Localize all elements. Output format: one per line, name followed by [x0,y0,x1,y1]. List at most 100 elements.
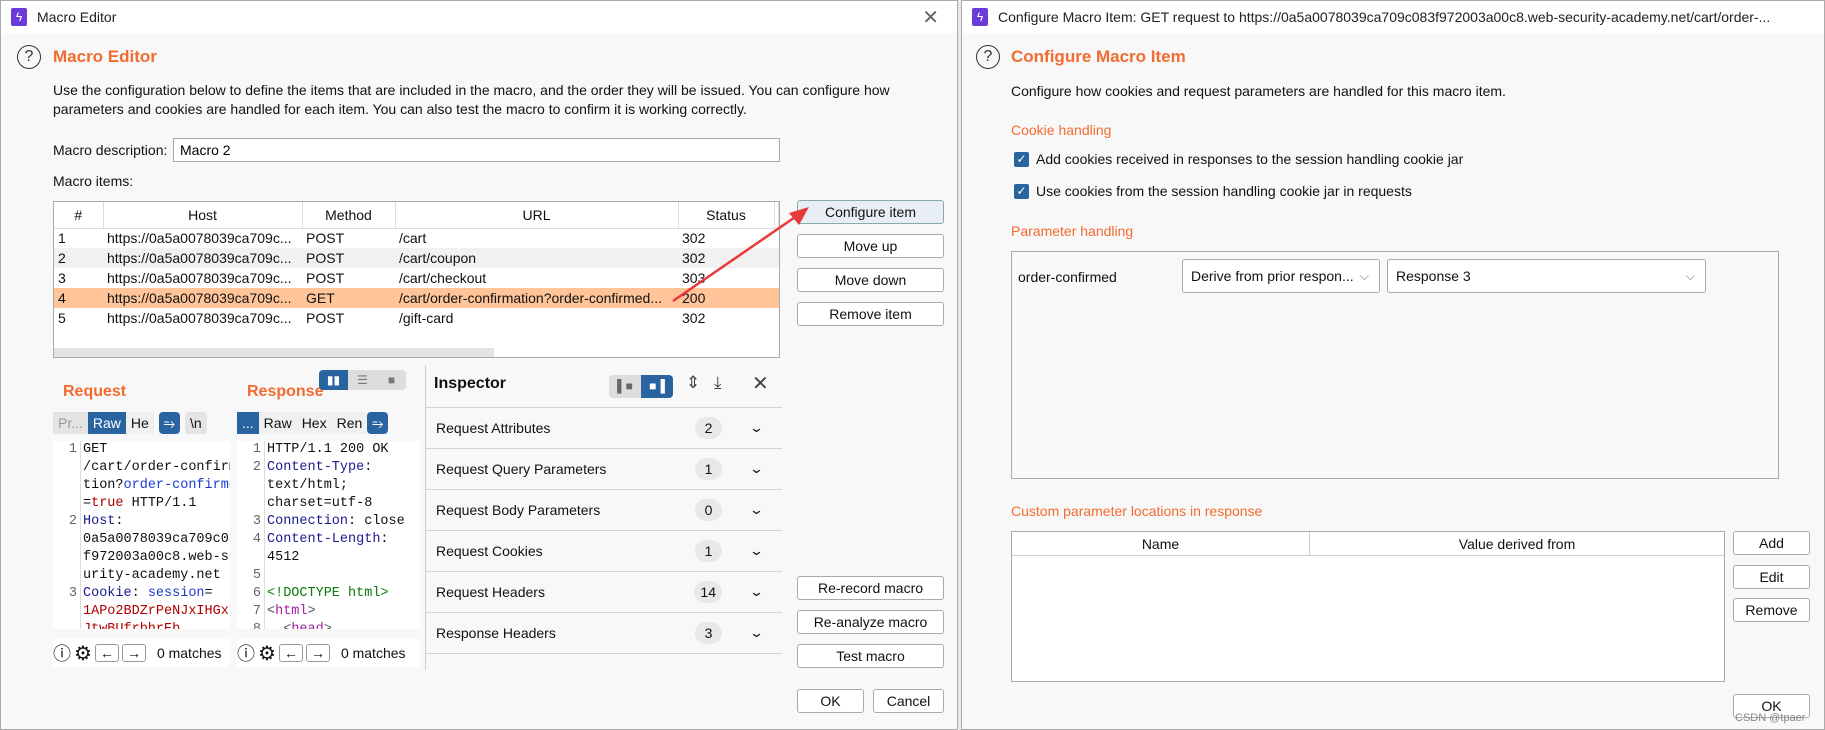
code-line: Connection: close [267,513,405,531]
code-line: 4512 [267,549,299,567]
column-header-num[interactable]: # [54,202,104,229]
code-line: charset=utf-8 [267,495,372,513]
cell-num: 4 [54,288,103,308]
chevron-down-icon[interactable]: ⌄ [749,502,764,518]
table-row[interactable]: 5 https://0a5a0078039ca709c... POST/gift-c… [54,308,779,328]
parameter-source-select[interactable]: Response 3 ⌵ [1387,259,1706,293]
help-icon[interactable]: ? [976,45,1000,69]
dock-right-icon[interactable]: ■▐ [641,375,673,398]
cancel-button[interactable]: Cancel [873,689,944,713]
code-line: tion?order-confirmed [83,477,230,495]
help-icon[interactable]: ⓘ [53,640,71,666]
tab-render[interactable]: Ren [331,412,368,434]
section-label: Request Headers [436,584,545,600]
parameter-handling-heading: Parameter handling [1011,223,1134,239]
tab-hex[interactable]: Hex [296,412,332,434]
parameter-mode-select[interactable]: Derive from prior respon... ⌵ [1182,259,1380,293]
code-token: : close [348,514,405,529]
macro-editor-titlebar: ϟ Macro Editor ✕ [1,1,957,33]
dock-left-icon[interactable]: ▌■ [609,375,641,398]
cell-host: https://0a5a0078039ca709c... [103,288,302,308]
tab-pretty[interactable]: Pr... [53,412,88,434]
remove-button[interactable]: Remove [1733,598,1810,622]
code-token: head [291,622,323,629]
inspector-section[interactable]: Response Headers 3 ⌄ [426,613,782,654]
code-line: HTTP/1.1 200 OK [267,441,389,459]
column-header-url[interactable]: URL [395,202,679,229]
add-button[interactable]: Add [1733,531,1810,555]
chevron-down-icon[interactable]: ⌄ [749,420,764,436]
wrap-lines-icon[interactable]: ⥱ [158,412,181,434]
cell-method: POST [302,248,395,268]
column-header-host[interactable]: Host [103,202,303,229]
count-badge: 2 [695,417,722,439]
code-line: Cookie: session= [83,585,213,603]
code-token: 0a5a0078039ca709c083 [83,532,230,547]
chevron-down-icon[interactable]: ⌄ [749,461,764,477]
chevron-down-icon: ⌵ [1685,269,1695,283]
column-header-name[interactable]: Name [1012,532,1310,555]
inspector-layout-toggle: ▌■ ■▐ [609,375,673,398]
tab-more[interactable]: ... [237,412,259,434]
reanalyze-macro-button[interactable]: Re-analyze macro [797,610,944,634]
chevron-down-icon[interactable]: ⌄ [749,584,764,600]
inspector-title: Inspector [434,375,507,392]
single-pane-layout-icon[interactable]: ■ [377,370,406,390]
section-label: Request Query Parameters [436,461,607,477]
line-number: 1 [252,442,261,457]
settings-gear-icon[interactable]: ⚙ [74,641,92,666]
side-by-side-layout-icon[interactable]: ▮▮ [319,370,348,390]
inspector-section[interactable]: Request Body Parameters 0 ⌄ [426,490,782,531]
rerecord-macro-button[interactable]: Re-record macro [797,576,944,600]
inspector-section[interactable]: Request Query Parameters 1 ⌄ [426,449,782,490]
code-token: true [91,496,124,511]
wrap-lines-icon[interactable]: ⥱ [367,412,389,434]
chevron-down-icon[interactable]: ⌄ [749,543,764,559]
code-token: HTTP/1.1 200 OK [267,442,389,457]
column-header-value-derived-from[interactable]: Value derived from [1310,532,1724,555]
help-icon[interactable]: ⓘ [237,640,255,666]
inspector-section[interactable]: Request Attributes 2 ⌄ [426,408,782,449]
tab-hex[interactable]: He [125,412,154,434]
line-number: 6 [252,586,261,601]
test-macro-button[interactable]: Test macro [797,644,944,668]
cookie-handling-heading: Cookie handling [1011,122,1112,138]
layout-toggle: ▮▮ ☰ ■ [319,370,406,390]
collapse-all-icon[interactable]: ⤓ [714,373,722,393]
tab-raw[interactable]: Raw [258,412,297,434]
column-header-method[interactable]: Method [302,202,396,229]
edit-button[interactable]: Edit [1733,565,1810,589]
settings-gear-icon[interactable]: ⚙ [258,641,276,666]
macro-description-label: Macro description: [53,142,168,158]
cell-num: 1 [58,230,66,247]
next-match-button[interactable]: → [305,644,330,662]
newline-toggle[interactable]: \n [185,412,207,434]
response-editor[interactable]: 1 HTTP/1.1 200 OK 2 Content-Type: text/html;… [237,441,420,629]
close-icon[interactable]: ✕ [922,5,939,30]
stacked-layout-icon[interactable]: ☰ [348,370,377,390]
request-editor[interactable]: 1 GET/cart/order-confirma tion?order-confi… [53,441,230,629]
previous-match-button[interactable]: ← [278,644,303,662]
horizontal-scrollbar[interactable] [54,348,494,357]
use-cookies-checkbox[interactable]: ✓ [1014,184,1029,199]
next-match-button[interactable]: → [121,644,146,662]
code-token: session [147,586,205,601]
expand-all-icon[interactable]: ⇕ [686,373,700,393]
ok-button[interactable]: OK [797,689,864,713]
inspector-section[interactable]: Request Headers 14 ⌄ [426,572,782,613]
previous-match-button[interactable]: ← [94,644,119,662]
macro-editor-window: ϟ Macro Editor ✕ ? Macro Editor Use the … [0,0,958,730]
add-cookies-checkbox[interactable]: ✓ [1014,152,1029,167]
cell-host: https://0a5a0078039ca709c... [103,248,302,268]
line-number: 1 [68,442,77,457]
line-number: 2 [68,514,77,529]
tab-raw[interactable]: Raw [87,412,126,434]
inspector-section[interactable]: Request Cookies 1 ⌄ [426,531,782,572]
cell-method: POST [306,270,345,286]
code-line: text/html; [267,477,348,495]
close-inspector-icon[interactable]: ✕ [752,371,769,396]
code-token: : [380,532,389,547]
chevron-down-icon[interactable]: ⌄ [749,625,764,641]
macro-description-input[interactable] [173,138,780,162]
help-icon[interactable]: ? [17,45,41,69]
